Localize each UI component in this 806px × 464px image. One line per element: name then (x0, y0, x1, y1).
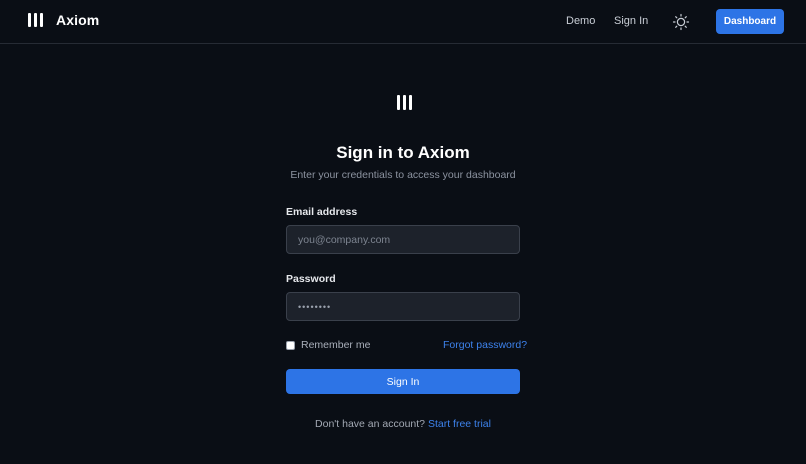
remember-me-checkbox[interactable] (286, 340, 295, 350)
nav-sign-in-link[interactable]: Sign In (614, 15, 648, 27)
email-field[interactable]: you@company.com (286, 225, 520, 254)
axiom-logo-icon (397, 95, 412, 110)
brand[interactable]: Axiom (28, 12, 99, 28)
password-field[interactable]: •••••••• (286, 292, 520, 321)
password-label: Password (286, 273, 336, 285)
remember-me-label: Remember me (301, 339, 371, 351)
start-free-trial-link[interactable]: Start free trial (428, 418, 491, 430)
signup-prompt-text: Don't have an account? (315, 418, 426, 430)
brand-name: Axiom (56, 12, 100, 28)
dashboard-button[interactable]: Dashboard (716, 9, 784, 34)
signup-prompt: Don't have an account? Start free trial (0, 418, 806, 430)
email-label: Email address (286, 206, 358, 218)
nav-demo-link[interactable]: Demo (566, 15, 595, 27)
remember-me[interactable]: Remember me (286, 339, 370, 351)
sun-icon[interactable] (672, 13, 690, 31)
sign-in-button[interactable]: Sign In (286, 369, 520, 394)
page-subtitle: Enter your credentials to access your da… (290, 169, 516, 181)
forgot-password-link[interactable]: Forgot password? (443, 339, 527, 351)
page-title: Sign in to Axiom (336, 143, 470, 162)
top-navbar: Axiom Demo Sign In Dashboard (0, 0, 806, 44)
axiom-logo-icon (28, 13, 43, 27)
